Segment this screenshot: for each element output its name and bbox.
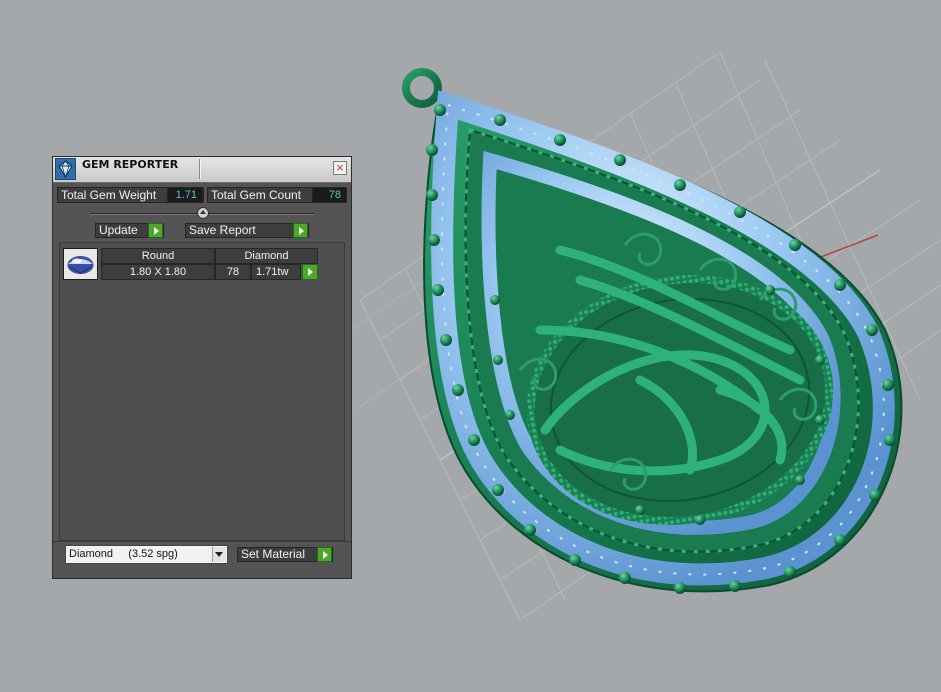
gem-size-cell: 1.80 X 1.80 — [101, 264, 215, 280]
set-material-go-icon[interactable] — [317, 547, 332, 562]
round-gem-icon[interactable] — [63, 248, 98, 280]
slider-handle[interactable] — [197, 207, 209, 219]
titlebar-divider — [199, 159, 201, 179]
column-header-material: Diamond — [215, 248, 318, 264]
column-header-shape: Round — [101, 248, 215, 264]
total-gem-count-value: 78 — [312, 187, 347, 203]
gem-weight-cell: 1.71tw — [251, 264, 301, 280]
total-gem-weight-value: 1.71 — [167, 187, 203, 203]
pendant-model — [402, 68, 903, 594]
close-icon[interactable]: × — [333, 161, 347, 175]
save-report-button[interactable]: Save Report — [185, 223, 309, 238]
panel-titlebar[interactable]: GEM REPORTER × — [53, 157, 351, 183]
material-selected-value: Diamond (3.52 spg) — [69, 548, 178, 560]
gem-count-cell: 78 — [215, 264, 251, 280]
gem-reporter-icon — [55, 158, 76, 180]
chevron-down-icon[interactable] — [212, 547, 226, 562]
gem-row-go-icon[interactable] — [302, 264, 318, 280]
panel-divider — [53, 541, 351, 542]
material-dropdown[interactable]: Diamond (3.52 spg) — [65, 545, 228, 564]
gem-reporter-panel: GEM REPORTER × Total Gem Weight 1.71 Tot… — [52, 156, 352, 579]
panel-title: GEM REPORTER — [82, 158, 179, 171]
update-go-icon[interactable] — [148, 223, 163, 238]
gem-list[interactable]: Round Diamond 1.80 X 1.80 78 1.71tw — [59, 242, 345, 541]
save-report-go-icon[interactable] — [293, 223, 308, 238]
